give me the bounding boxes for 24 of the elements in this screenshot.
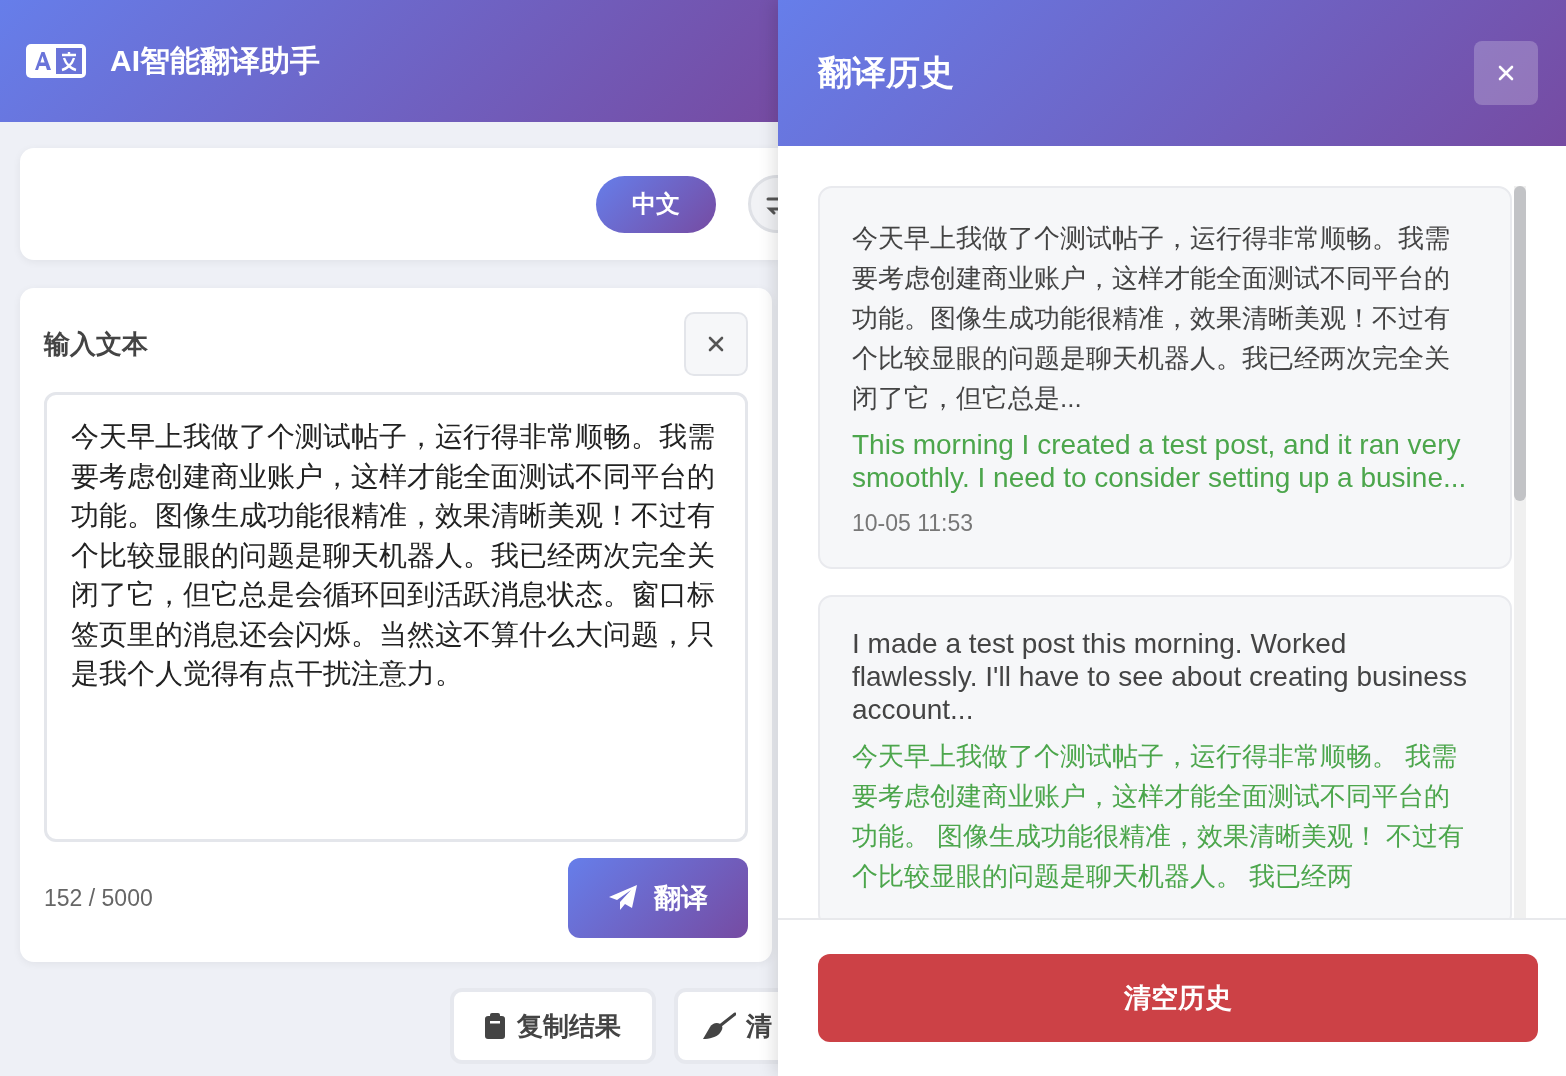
source-text: I made a test post this morning. Worked flawlessly. I'll have to see about creating business account...: [852, 627, 1468, 726]
close-icon: [707, 335, 725, 353]
language-button[interactable]: 中文: [596, 175, 716, 233]
translate-icon: [26, 44, 86, 78]
app-title: AI智能翻译助手: [110, 42, 320, 79]
clear-history-button[interactable]: 清空历史: [818, 954, 1538, 1042]
copy-button[interactable]: 复制结果: [450, 988, 656, 1064]
close-icon: [1497, 64, 1515, 82]
input-label: 输入文本: [44, 327, 148, 361]
send-icon: [608, 884, 638, 912]
char-count: 152 / 5000: [44, 884, 153, 912]
translation-text: This morning I created a test post, and it ran very smoothly. I need to consider setting up a busine...: [852, 428, 1468, 494]
clear-input-button[interactable]: [684, 312, 748, 376]
clipboard-icon: [485, 1013, 505, 1039]
input-field[interactable]: 今天早上我做了个测试帖子，运行得非常顺畅。我需要考虑创建商业账户，这样才能全面测试不同平台的功能。图像生成功能很精准，效果清晰美观！不过有个比较显眼的问题是聊天机器人。我已经两次完全关闭了它，但它总是会循环回到活跃消息状态。窗口标签页里的消息还会闪烁。当然这不算什么大问题，只是我个人觉得有点干扰注意力。: [44, 392, 748, 842]
panel-title: 翻译历史: [818, 52, 954, 93]
scrollbar-thumb[interactable]: [1514, 186, 1526, 501]
translate-button[interactable]: 翻译: [568, 858, 748, 938]
broom-icon: [702, 1012, 736, 1040]
source-text: 今天早上我做了个测试帖子，运行得非常顺畅。我需要考虑创建商业账户，这样才能全面测试不同平台的功能。图像生成功能很精准，效果清晰美观！不过有个比较显眼的问题是聊天机器人。我已经两次完全关闭了它，但它总是...: [852, 222, 1451, 415]
close-button[interactable]: [1474, 41, 1538, 105]
timestamp: 10-05 11:53: [852, 510, 975, 537]
clear-button[interactable]: 清: [674, 988, 778, 1064]
translation-text: 今天早上我做了个测试帖子，运行得非常顺畅。 我需要考虑创建商业账户，这样才能全面测试不同平台的功能。 图像生成功能很精准，效果清晰美观！ 不过有个比较显眼的问题是聊天机器人。 我已经两: [852, 740, 1466, 893]
